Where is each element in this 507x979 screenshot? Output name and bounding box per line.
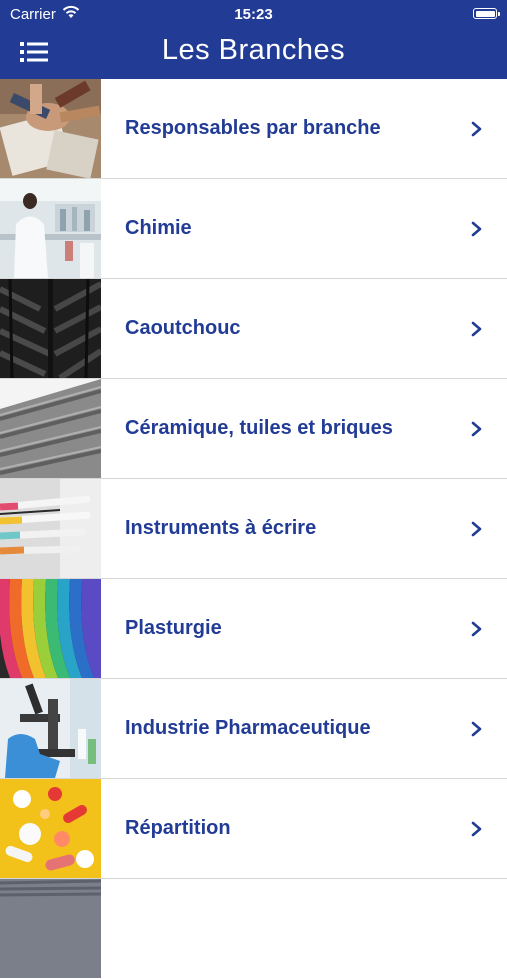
pens-image bbox=[0, 479, 101, 578]
pills-image bbox=[0, 779, 101, 878]
chevron-right-icon bbox=[471, 821, 482, 837]
branch-label: Responsables par branche bbox=[125, 117, 381, 139]
branch-label: Industrie Pharmaceutique bbox=[125, 717, 371, 739]
branch-row-plasturgie[interactable]: Plasturgie bbox=[0, 579, 507, 679]
tire-tread-image bbox=[0, 279, 101, 378]
chevron-right-icon bbox=[471, 521, 482, 537]
branch-label: Caoutchouc bbox=[125, 317, 241, 339]
chevron-right-icon bbox=[471, 221, 482, 237]
app-header: Carrier 15:23 Les Branches bbox=[0, 0, 507, 79]
branch-row-responsables[interactable]: Responsables par branche bbox=[0, 79, 507, 179]
chevron-right-icon bbox=[471, 621, 482, 637]
branch-label: Répartition bbox=[125, 817, 231, 839]
branch-row-partial[interactable] bbox=[0, 879, 507, 979]
status-bar: Carrier 15:23 bbox=[0, 0, 507, 28]
branch-row-chimie[interactable]: Chimie bbox=[0, 179, 507, 279]
branch-label: Chimie bbox=[125, 217, 192, 239]
branch-row-pharma[interactable]: Industrie Pharmaceutique bbox=[0, 679, 507, 779]
branch-label: Instruments à écrire bbox=[125, 517, 317, 539]
chevron-right-icon bbox=[471, 721, 482, 737]
chevron-right-icon bbox=[471, 421, 482, 437]
chevron-right-icon bbox=[471, 321, 482, 337]
branch-label: Plasturgie bbox=[125, 617, 222, 639]
page-title: Les Branches bbox=[161, 34, 346, 66]
laboratory-image bbox=[0, 179, 101, 278]
microscope-image bbox=[0, 679, 101, 778]
clock: 15:23 bbox=[234, 6, 273, 23]
roof-tiles-image bbox=[0, 379, 101, 478]
branch-row-ceramique[interactable]: Céramique, tuiles et briques bbox=[0, 379, 507, 479]
branch-row-instruments[interactable]: Instruments à écrire bbox=[0, 479, 507, 579]
colored-plastic-image bbox=[0, 579, 101, 678]
branch-row-repartition[interactable]: Répartition bbox=[0, 779, 507, 879]
branch-label: Céramique, tuiles et briques bbox=[125, 417, 393, 439]
hands-together-image bbox=[0, 79, 101, 178]
branch-list: Responsables par branche Chimie Caoutcho… bbox=[0, 79, 507, 979]
fabric-image bbox=[0, 879, 101, 978]
branch-row-caoutchouc[interactable]: Caoutchouc bbox=[0, 279, 507, 379]
chevron-right-icon bbox=[471, 121, 482, 137]
battery-icon bbox=[473, 8, 500, 19]
